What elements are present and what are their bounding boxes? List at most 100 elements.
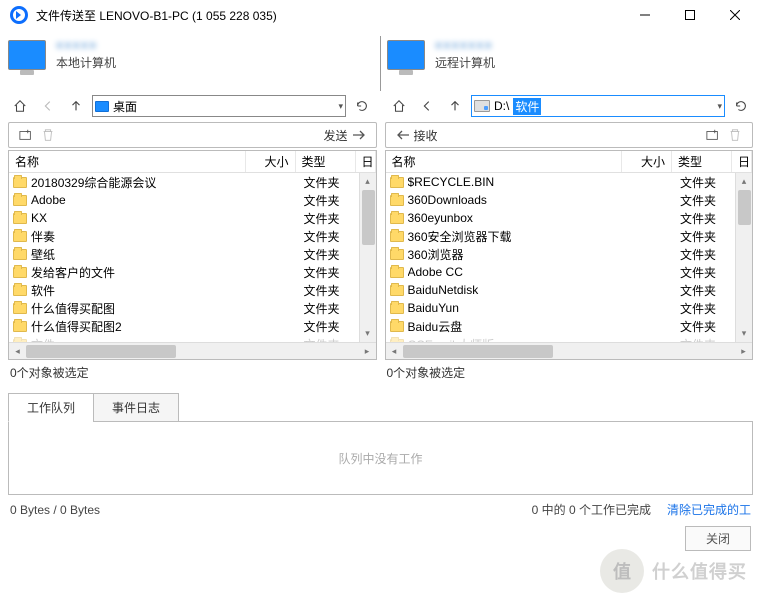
col-size[interactable]: 大小 [246,151,296,172]
col-type[interactable]: 类型 [672,151,732,172]
folder-icon [390,285,404,296]
file-name: BaiduNetdisk [408,283,625,297]
folder-icon [13,285,27,296]
table-row[interactable]: Adobe CC文件夹2 [386,263,753,281]
file-name: BaiduYun [408,301,625,315]
home-icon[interactable] [8,95,32,117]
local-header: ■■■■■ 本地计算机 [8,36,374,94]
monitor-icon [8,40,46,70]
local-toolbar: 发送 [8,122,377,148]
remote-file-list[interactable]: 名称 大小 类型 日 $RECYCLE.BIN文件夹2360Downloads文… [385,150,754,360]
col-date[interactable]: 日 [356,151,376,172]
minimize-button[interactable] [622,1,667,29]
local-file-list[interactable]: 名称 大小 类型 日 20180329综合能源会议文件夹2Adobe文件夹2KX… [8,150,377,360]
table-row[interactable]: 文件文件夹 [9,335,376,342]
close-dialog-button[interactable]: 关闭 [685,526,751,551]
table-row[interactable]: 伴奏文件夹2 [9,227,376,245]
table-row[interactable]: CCEmail 大师版文件夹 [386,335,753,342]
home-icon[interactable] [387,95,411,117]
table-row[interactable]: 什么值得买配图文件夹2 [9,299,376,317]
table-row[interactable]: BaiduYun文件夹2 [386,299,753,317]
local-status: 0个对象被选定 [8,360,377,389]
vscrollbar[interactable]: ▴▾ [735,173,752,342]
chevron-down-icon[interactable]: ▾ [338,101,343,112]
table-row[interactable]: 20180329综合能源会议文件夹2 [9,173,376,191]
table-row[interactable]: 360安全浏览器下载文件夹2 [386,227,753,245]
delete-icon[interactable] [724,128,746,142]
local-address-bar[interactable]: 桌面 ▾ [92,95,346,117]
monitor-icon [387,40,425,70]
file-name: 壁纸 [31,246,248,263]
file-type: 文件夹 [298,264,358,281]
close-button[interactable] [712,1,757,29]
file-name: 20180329综合能源会议 [31,174,248,191]
hscrollbar[interactable]: ◂▸ [9,342,376,359]
clear-completed-link[interactable]: 清除已完成的工 [667,501,751,518]
table-row[interactable]: $RECYCLE.BIN文件夹2 [386,173,753,191]
local-file-header[interactable]: 名称 大小 类型 日 [9,151,376,173]
file-name: 360eyunbox [408,211,625,225]
remote-file-header[interactable]: 名称 大小 类型 日 [386,151,753,173]
send-button[interactable]: 发送 [319,127,369,144]
remote-navbar: D:\软件 ▾ [387,94,753,122]
col-date[interactable]: 日 [732,151,752,172]
window-title: 文件传送至 LENOVO-B1-PC (1 055 228 035) [36,7,622,24]
file-name: 360浏览器 [408,246,625,263]
bottom-status: 0 Bytes / 0 Bytes 0 中的 0 个工作已完成 清除已完成的工 [0,495,761,518]
refresh-icon[interactable] [729,95,753,117]
watermark-icon: 值 [600,549,644,593]
table-row[interactable]: 什么值得买配图2文件夹2 [9,317,376,335]
table-row[interactable]: KX文件夹2 [9,209,376,227]
watermark-text: 什么值得买 [652,558,747,584]
arrow-left-icon [396,130,410,140]
delete-icon[interactable] [37,128,59,142]
tab-log[interactable]: 事件日志 [93,393,179,422]
up-icon[interactable] [64,95,88,117]
arrow-right-icon [352,130,366,140]
table-row[interactable]: 360浏览器文件夹2 [386,245,753,263]
back-icon[interactable] [36,95,60,117]
col-type[interactable]: 类型 [296,151,356,172]
file-type: 文件夹 [298,300,358,317]
refresh-icon[interactable] [350,95,374,117]
hscrollbar[interactable]: ◂▸ [386,342,753,359]
table-row[interactable]: BaiduNetdisk文件夹2 [386,281,753,299]
queue-body: 队列中没有工作 [8,421,753,495]
file-name: 什么值得买配图2 [31,318,248,335]
receive-button[interactable]: 接收 [392,127,442,144]
chevron-down-icon[interactable]: ▾ [717,101,722,112]
table-row[interactable]: Baidu云盘文件夹2 [386,317,753,335]
jobs-status: 0 中的 0 个工作已完成 [532,501,651,518]
folder-icon [390,231,404,242]
col-name[interactable]: 名称 [9,151,246,172]
col-size[interactable]: 大小 [622,151,672,172]
log-tabs: 工作队列 事件日志 [8,393,753,422]
folder-icon [13,213,27,224]
remote-toolbar: 接收 [385,122,754,148]
table-row[interactable]: 360Downloads文件夹2 [386,191,753,209]
table-row[interactable]: 软件文件夹2 [9,281,376,299]
table-row[interactable]: Adobe文件夹2 [9,191,376,209]
back-icon[interactable] [415,95,439,117]
col-name[interactable]: 名称 [386,151,623,172]
file-type: 文件夹 [674,300,734,317]
remote-address-bar[interactable]: D:\软件 ▾ [471,95,725,117]
new-folder-icon[interactable] [702,128,724,142]
file-type: 文件夹 [674,192,734,209]
tab-queue[interactable]: 工作队列 [8,393,93,422]
up-icon[interactable] [443,95,467,117]
table-row[interactable]: 360eyunbox文件夹2 [386,209,753,227]
new-folder-icon[interactable] [15,128,37,142]
vscrollbar[interactable]: ▴▾ [359,173,376,342]
file-type: 文件夹 [674,228,734,245]
file-type: 文件夹 [674,282,734,299]
folder-icon [13,249,27,260]
file-type: 文件夹 [298,192,358,209]
folder-icon [390,195,404,206]
file-type: 文件夹 [674,174,734,191]
folder-icon [390,267,404,278]
table-row[interactable]: 发给客户的文件文件夹2 [9,263,376,281]
maximize-button[interactable] [667,1,712,29]
file-name: Adobe CC [408,265,625,279]
table-row[interactable]: 壁纸文件夹2 [9,245,376,263]
